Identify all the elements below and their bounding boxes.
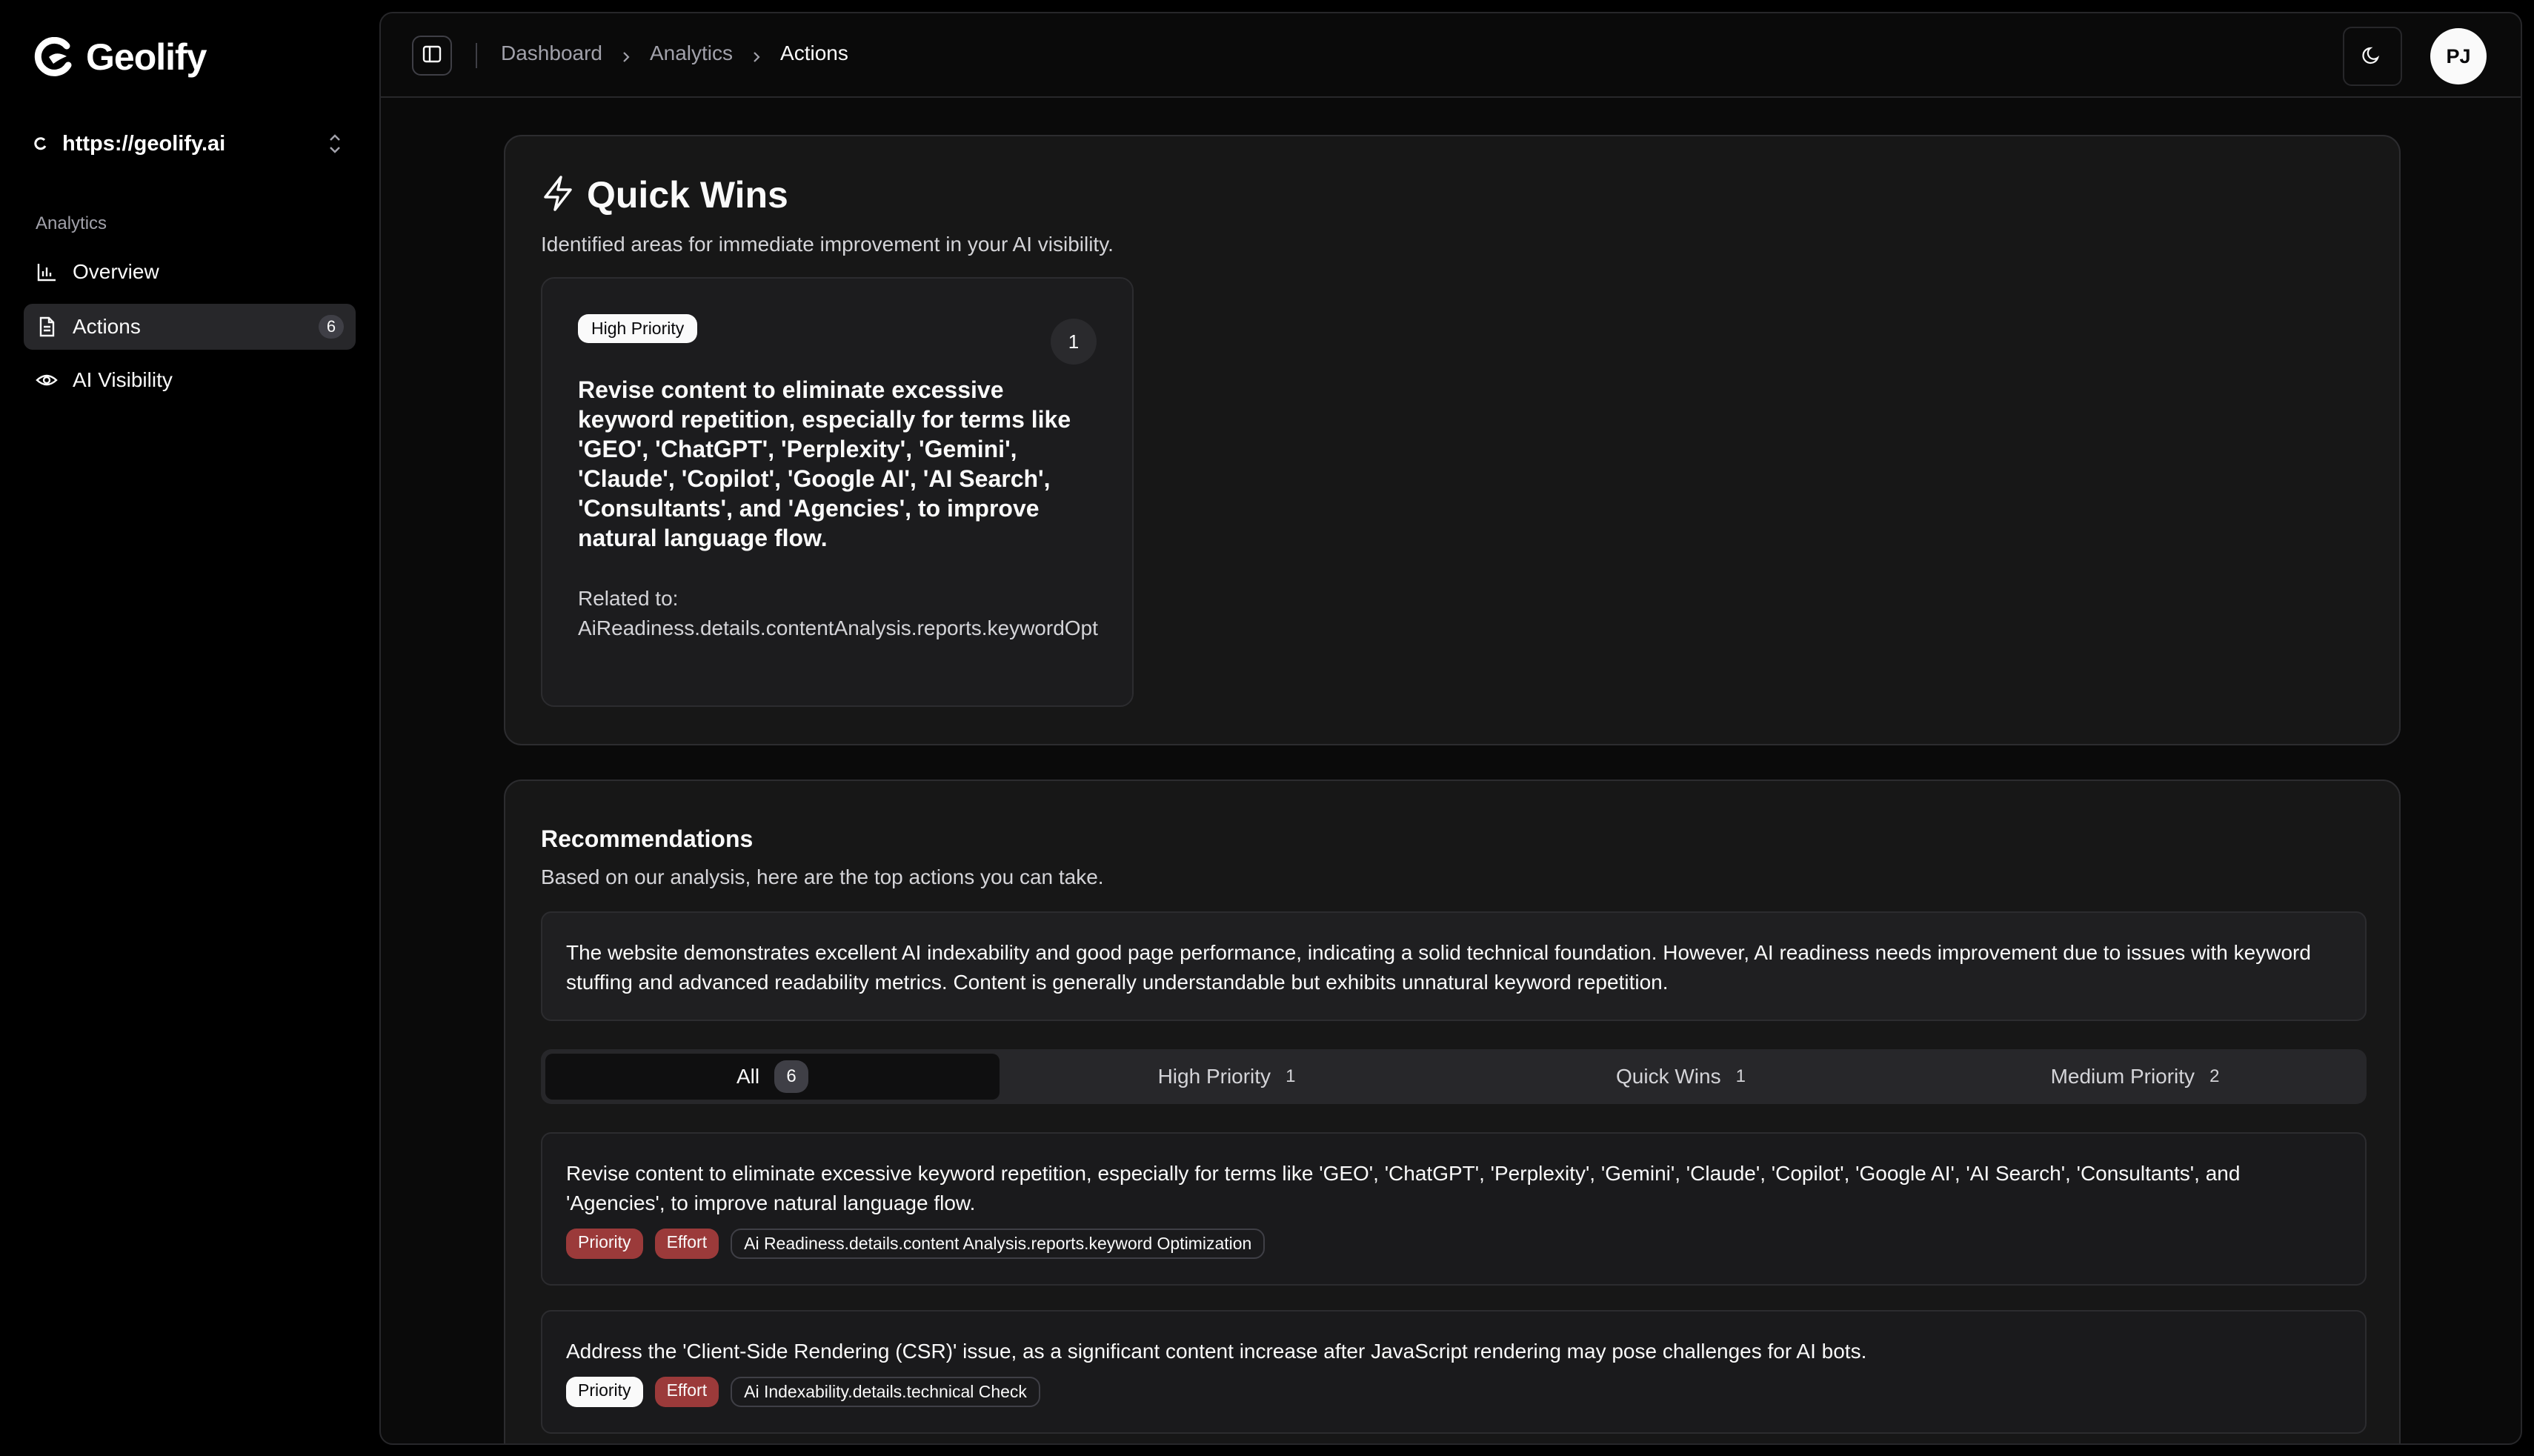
divider <box>476 43 477 68</box>
related-label: Related to: <box>578 587 679 610</box>
priority-badge: High Priority <box>578 314 698 343</box>
recommendation-item[interactable]: Address the 'Client-Side Rendering (CSR)… <box>541 1310 2367 1434</box>
tab-label: Quick Wins <box>1616 1065 1721 1088</box>
logo-icon <box>34 36 74 77</box>
topbar: Dashboard Analytics Actions PJ <box>381 13 2521 98</box>
chevron-right-icon <box>751 46 762 62</box>
recommendations-card: Recommendations Based on our analysis, h… <box>504 779 2401 1443</box>
file-text-icon <box>36 316 58 338</box>
sidebar-item-actions[interactable]: Actions 6 <box>24 304 356 350</box>
zap-icon <box>541 175 575 216</box>
main-panel: Dashboard Analytics Actions PJ Quick Win… <box>379 12 2522 1445</box>
quick-win-item[interactable]: High Priority 1 Revise content to elimin… <box>541 277 1134 707</box>
quick-wins-title: Quick Wins <box>587 174 788 216</box>
tab-count: 1 <box>1735 1066 1746 1086</box>
quick-wins-subtitle: Identified areas for immediate improveme… <box>541 233 1114 256</box>
priority-tag: Priority <box>566 1229 643 1259</box>
quick-wins-card: Quick Wins Identified areas for immediat… <box>504 135 2401 745</box>
logo[interactable]: Geolify <box>34 36 207 79</box>
sidebar-item-overview[interactable]: Overview <box>24 249 356 295</box>
tab-label: All <box>736 1065 760 1088</box>
sidebar-item-label: Actions <box>73 315 141 338</box>
actions-count-badge: 6 <box>319 315 344 339</box>
site-switcher[interactable]: https://geolify.ai <box>34 126 345 162</box>
moon-icon <box>2361 44 2384 70</box>
eye-icon <box>36 369 58 391</box>
analysis-summary: The website demonstrates excellent AI in… <box>541 911 2367 1021</box>
site-url: https://geolify.ai <box>62 131 226 156</box>
breadcrumb: Dashboard Analytics Actions <box>501 41 848 65</box>
bar-chart-icon <box>36 261 58 283</box>
recommendation-text: Address the 'Client-Side Rendering (CSR)… <box>566 1340 1867 1363</box>
breadcrumb-dashboard[interactable]: Dashboard <box>501 41 602 65</box>
sidebar: Geolify https://geolify.ai Analytics Ove… <box>0 0 379 1456</box>
recommendation-text: Revise content to eliminate excessive ke… <box>566 1162 2241 1214</box>
tab-label: Medium Priority <box>2050 1065 2195 1088</box>
filter-tabs: All 6 High Priority 1 Quick Wins 1 Mediu… <box>541 1049 2367 1104</box>
effort-tag: Effort <box>654 1377 719 1407</box>
sidebar-toggle-button[interactable] <box>412 36 452 76</box>
tab-label: High Priority <box>1157 1065 1271 1088</box>
tab-count: 6 <box>774 1060 809 1093</box>
avatar[interactable]: PJ <box>2430 28 2487 84</box>
app-name: Geolify <box>86 36 207 78</box>
sidebar-item-label: AI Visibility <box>73 368 173 391</box>
panel-left-icon <box>421 43 443 69</box>
nav-group-label: Analytics <box>36 213 107 233</box>
chevrons-up-down-icon <box>325 130 345 157</box>
chevron-right-icon <box>620 46 632 62</box>
breadcrumb-analytics[interactable]: Analytics <box>650 41 733 65</box>
recommendations-subtitle: Based on our analysis, here are the top … <box>541 865 1104 888</box>
recommendation-tags: Priority Effort Ai Indexability.details.… <box>566 1377 2341 1407</box>
tab-count: 1 <box>1286 1066 1296 1086</box>
tab-count: 2 <box>2209 1066 2220 1086</box>
tab-all[interactable]: All 6 <box>545 1054 1000 1100</box>
related-value: AiReadiness.details.contentAnalysis.repo… <box>578 616 1098 639</box>
quick-win-text: Revise content to eliminate excessive ke… <box>578 376 1071 551</box>
tab-quick-wins[interactable]: Quick Wins 1 <box>1454 1054 1908 1100</box>
priority-tag: Priority <box>566 1377 643 1407</box>
sidebar-item-ai-visibility[interactable]: AI Visibility <box>24 357 356 403</box>
theme-toggle-button[interactable] <box>2343 27 2402 86</box>
quick-win-number: 1 <box>1051 319 1097 365</box>
breadcrumb-current: Actions <box>780 41 848 64</box>
tab-high-priority[interactable]: High Priority 1 <box>1000 1054 1454 1100</box>
category-tag: Ai Readiness.details.content Analysis.re… <box>731 1229 1266 1259</box>
category-tag: Ai Indexability.details.technical Check <box>731 1377 1040 1407</box>
recommendation-item[interactable]: Revise content to eliminate excessive ke… <box>541 1132 2367 1286</box>
effort-tag: Effort <box>654 1229 719 1259</box>
recommendation-tags: Priority Effort Ai Readiness.details.con… <box>566 1229 2341 1259</box>
sidebar-item-label: Overview <box>73 260 159 283</box>
site-favicon-icon <box>34 137 47 150</box>
recommendations-title: Recommendations <box>541 825 754 852</box>
quick-wins-heading: Quick Wins <box>541 173 788 216</box>
tab-medium-priority[interactable]: Medium Priority 2 <box>1908 1054 2362 1100</box>
